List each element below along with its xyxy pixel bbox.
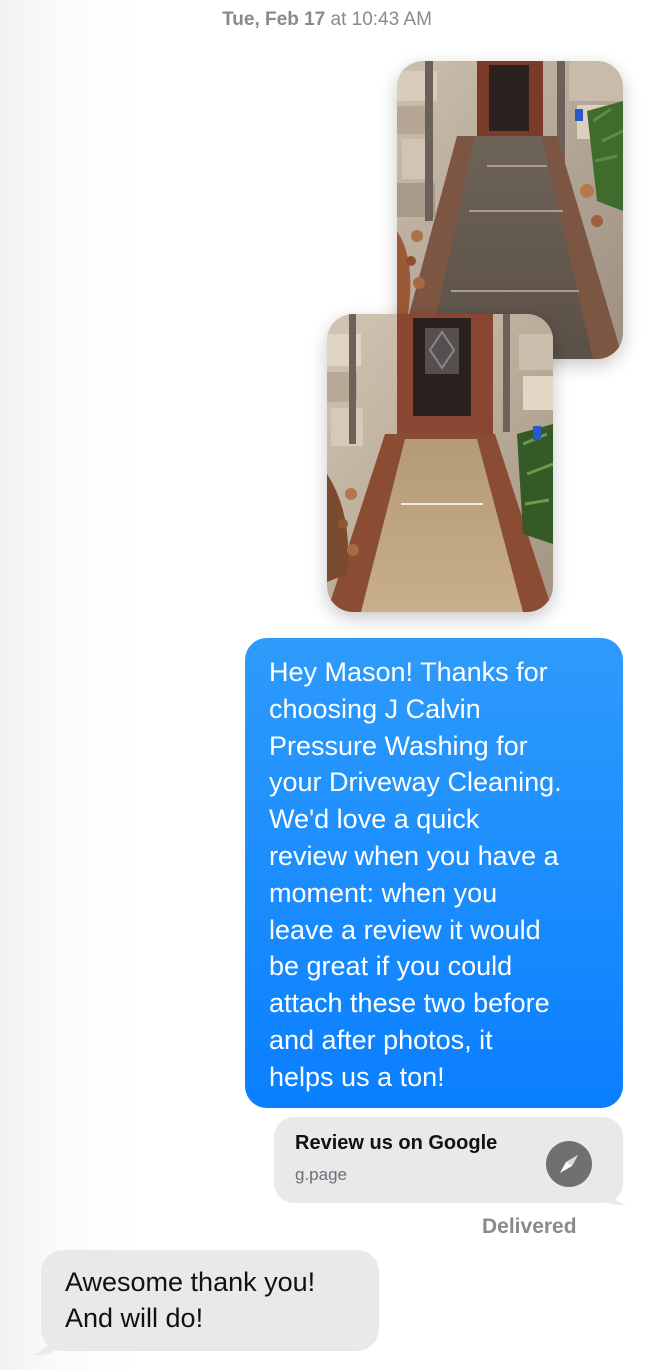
link-preview-domain: g.page xyxy=(295,1165,347,1184)
timestamp-date: Tue, Feb 17 xyxy=(222,9,326,30)
received-message-bubble[interactable]: Awesome thank you! And will do! xyxy=(41,1250,379,1351)
received-message-text: Awesome thank you! And will do! xyxy=(65,1267,316,1333)
sent-message-text: Hey Mason! Thanks for choosing J Calvin … xyxy=(269,657,562,1092)
timestamp-time: 10:43 AM xyxy=(351,9,432,30)
after-photo-image xyxy=(327,314,553,612)
delivered-status: Delivered xyxy=(482,1215,577,1238)
after-photo-attachment[interactable] xyxy=(327,314,553,612)
link-preview-title: Review us on Google xyxy=(295,1132,498,1154)
sent-message-bubble[interactable]: Hey Mason! Thanks for choosing J Calvin … xyxy=(245,638,623,1108)
link-preview-card[interactable]: Review us on Google g.page xyxy=(274,1117,623,1203)
link-card-tail xyxy=(604,1186,626,1206)
timestamp-separator: at xyxy=(325,9,352,30)
compass-icon xyxy=(546,1141,592,1187)
message-timestamp: Tue, Feb 17 at 10:43 AM xyxy=(0,9,654,31)
received-bubble-tail xyxy=(34,1334,58,1356)
